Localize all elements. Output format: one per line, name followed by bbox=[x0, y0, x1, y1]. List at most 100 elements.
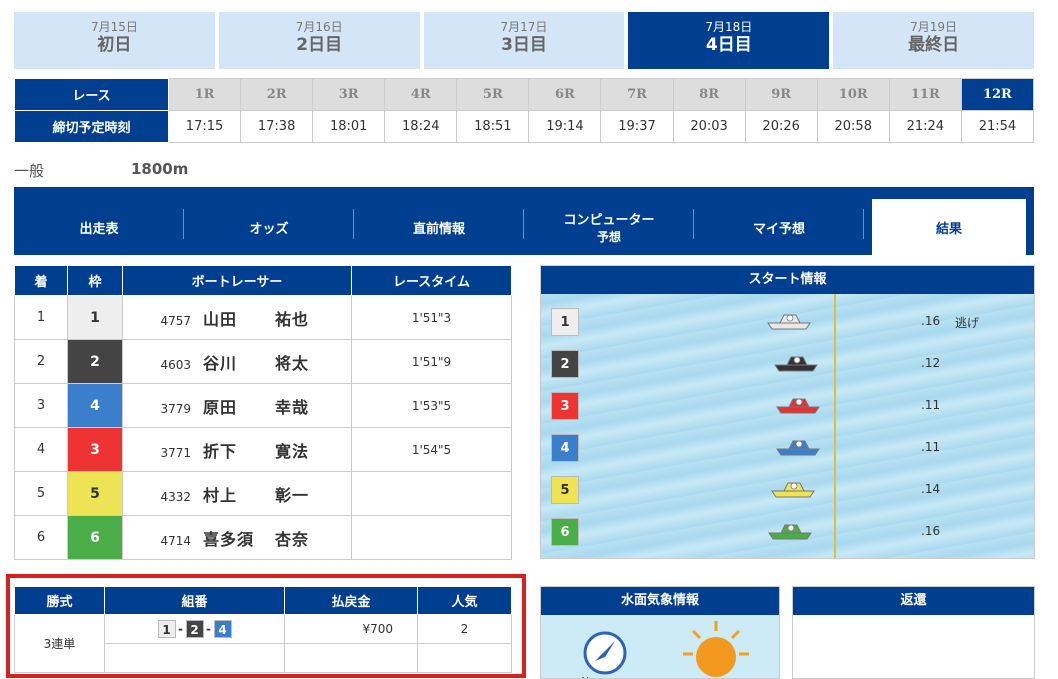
race-time bbox=[351, 515, 512, 560]
day-tab-4[interactable]: 7月18日 4日目 bbox=[628, 12, 830, 69]
racer-reg-number: 3771 bbox=[160, 445, 191, 460]
result-row: 5 5 4332 村上 彰一 bbox=[14, 471, 512, 516]
weather-title: 水面気象情報 bbox=[541, 587, 779, 615]
race-link-10R[interactable]: 10R bbox=[816, 78, 890, 111]
start-info-water: 1.16 逃げ 2.12 3.11 4.11 5.14 6.16 bbox=[541, 294, 1034, 558]
tab-results[interactable]: 結果 bbox=[872, 199, 1026, 255]
day-tab-1[interactable]: 7月15日 初日 bbox=[14, 12, 215, 69]
deadline-time: 18:24 bbox=[384, 110, 458, 143]
race-link-12R[interactable]: 12R bbox=[960, 78, 1035, 111]
frame-number: 1 bbox=[67, 295, 123, 340]
start-row: 4.11 bbox=[551, 433, 1021, 463]
day-tab-5[interactable]: 7月19日 最終日 bbox=[833, 12, 1034, 69]
day-date: 7月19日 bbox=[910, 20, 958, 34]
racer[interactable]: 4332 村上 彰一 bbox=[122, 471, 352, 516]
racer-reg-number: 4332 bbox=[160, 489, 191, 504]
tab-pre-race-info[interactable]: 直前情報 bbox=[354, 199, 524, 255]
racer-surname: 山田 bbox=[203, 309, 238, 329]
deadline-time: 20:03 bbox=[672, 110, 746, 143]
race-link-4R[interactable]: 4R bbox=[384, 78, 458, 111]
sun-icon bbox=[683, 621, 749, 677]
weather-panel: 水面気象情報 N bbox=[540, 586, 780, 679]
frame-number: 6 bbox=[67, 515, 123, 560]
start-timing: .16 bbox=[921, 314, 941, 328]
day-label: 2日目 bbox=[296, 35, 343, 55]
race-time bbox=[351, 471, 512, 516]
start-timing: .14 bbox=[921, 482, 941, 496]
boat-icon bbox=[774, 356, 818, 372]
result-row: 1 1 4757 山田 祐也 1'51"3 bbox=[14, 295, 512, 340]
svg-text:N: N bbox=[581, 675, 589, 679]
frame-number: 5 bbox=[67, 471, 123, 516]
tab-label: 出走表 bbox=[79, 221, 119, 237]
deadline-time: 20:26 bbox=[744, 110, 818, 143]
tab-label: 結果 bbox=[935, 221, 962, 237]
race-link-2R[interactable]: 2R bbox=[240, 78, 314, 111]
rank: 5 bbox=[14, 471, 68, 516]
day-date: 7月15日 bbox=[90, 20, 138, 34]
racer[interactable]: 3779 原田 幸哉 bbox=[122, 383, 352, 428]
deadline-time: 19:37 bbox=[600, 110, 674, 143]
start-row: 5.14 bbox=[551, 475, 1021, 505]
start-info-panel: スタート情報 1.16 逃げ 2.12 3.11 4.11 5.14 6.16 bbox=[540, 265, 1035, 559]
racer-given-name: 杏奈 bbox=[275, 529, 310, 549]
frame-number: 3 bbox=[67, 427, 123, 472]
racer[interactable]: 4603 谷川 将太 bbox=[122, 339, 352, 384]
boat-icon bbox=[776, 440, 820, 456]
racer-given-name: 将太 bbox=[275, 353, 310, 373]
tab-computer-prediction[interactable]: コンピューター 予想 bbox=[524, 199, 694, 255]
deadline-time: 21:24 bbox=[888, 110, 962, 143]
start-frame: 2 bbox=[551, 350, 579, 378]
day-tab-2[interactable]: 7月16日 2日目 bbox=[218, 12, 420, 69]
day-label: 初日 bbox=[97, 35, 132, 55]
start-frame: 5 bbox=[551, 476, 579, 504]
race-link-5R[interactable]: 5R bbox=[456, 78, 530, 111]
race-schedule-table: レース 1R 2R 3R 4R 5R 6R 7R 8R 9R 10R 11R 12R 締切予定時刻 1… bbox=[14, 78, 1035, 143]
racer-given-name: 祐也 bbox=[275, 309, 310, 329]
frame-header: 枠 bbox=[67, 265, 123, 296]
boat-icon bbox=[771, 482, 815, 498]
refund-title: 返還 bbox=[793, 587, 1034, 615]
deadline-time: 18:51 bbox=[456, 110, 530, 143]
deadline-time: 19:14 bbox=[528, 110, 602, 143]
tab-my-prediction[interactable]: マイ予想 bbox=[694, 199, 864, 255]
start-timing: .12 bbox=[921, 356, 941, 370]
race-link-1R[interactable]: 1R bbox=[167, 78, 242, 111]
racer-given-name: 彰一 bbox=[275, 485, 310, 505]
start-timing: .11 bbox=[921, 440, 941, 454]
race-link-11R[interactable]: 11R bbox=[888, 78, 962, 111]
racer-surname: 折下 bbox=[203, 441, 238, 461]
start-timing: .16 bbox=[921, 524, 941, 538]
race-link-8R[interactable]: 8R bbox=[672, 78, 746, 111]
deadline-time: 20:58 bbox=[816, 110, 890, 143]
race-header: レース bbox=[14, 78, 169, 111]
frame-number: 4 bbox=[67, 383, 123, 428]
racer-given-name: 幸哉 bbox=[275, 397, 310, 417]
racer-given-name: 寛法 bbox=[275, 441, 310, 461]
race-class: 一般 bbox=[14, 162, 45, 180]
tab-odds[interactable]: オッズ bbox=[184, 199, 354, 255]
rank: 6 bbox=[14, 515, 68, 560]
combo-second: 2 bbox=[185, 620, 204, 638]
racer-reg-number: 3779 bbox=[160, 401, 191, 416]
racer[interactable]: 3771 折下 寛法 bbox=[122, 427, 352, 472]
tab-entry-list[interactable]: 出走表 bbox=[14, 199, 184, 255]
race-link-7R[interactable]: 7R bbox=[600, 78, 674, 111]
boat-icon bbox=[767, 314, 811, 330]
combo-third: 4 bbox=[213, 620, 232, 638]
day-tab-3[interactable]: 7月17日 3日目 bbox=[423, 12, 625, 69]
day-label: 4日目 bbox=[705, 35, 752, 55]
wind-direction-icon: N bbox=[581, 631, 627, 679]
racer[interactable]: 4714 喜多須 杏奈 bbox=[122, 515, 352, 560]
day-date: 7月16日 bbox=[295, 20, 343, 34]
result-table: 着 枠 ボートレーサー レースタイム 1 1 4757 山田 祐也 1'51"3 2 2 460… bbox=[14, 265, 512, 560]
tab-sublabel: 予想 bbox=[596, 230, 621, 244]
race-link-3R[interactable]: 3R bbox=[312, 78, 386, 111]
race-time: 1'51"3 bbox=[351, 295, 512, 340]
race-link-9R[interactable]: 9R bbox=[744, 78, 818, 111]
racer[interactable]: 4757 山田 祐也 bbox=[122, 295, 352, 340]
racer-surname: 谷川 bbox=[203, 353, 238, 373]
start-info-title: スタート情報 bbox=[541, 266, 1034, 294]
deadline-time: 17:15 bbox=[167, 110, 242, 143]
race-link-6R[interactable]: 6R bbox=[528, 78, 602, 111]
